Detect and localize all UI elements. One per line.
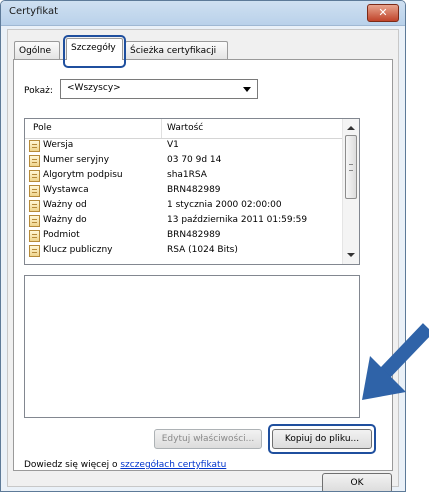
fields-list[interactable]: Pole Wartość Wersja V1 Numer seryjny 03 … [24,118,360,265]
list-row[interactable]: Numer seryjny 03 70 9d 14 [25,155,345,168]
scroll-down-icon[interactable] [347,253,355,257]
details-panel: Pokaż: <Wszyscy> Pole Wartość Wersja V1 [13,59,393,471]
edit-properties-button: Edytuj właściwości... [154,429,262,449]
dialog-body: Ogólne Szczegóły Ścieżka certyfikacji Po… [7,29,399,491]
tab-certification-path[interactable]: Ścieżka certyfikacji [125,41,228,59]
row-value: 1 stycznia 2000 02:00:00 [167,200,282,210]
dropdown-arrow-icon [243,87,251,92]
learn-more-prefix: Dowiedz się więcej o [24,460,121,470]
certificate-field-icon [29,170,40,182]
certificate-field-icon [29,215,40,227]
grip-icon [349,164,353,171]
certificate-field-icon [29,230,40,242]
edit-properties-label: Edytuj właściwości... [161,434,255,444]
copy-button-highlight [268,424,376,454]
close-button[interactable]: ✕ [367,4,399,22]
list-row[interactable]: Wystawca BRN482989 [25,185,345,198]
row-field: Algorytm podpisu [43,170,123,180]
list-row[interactable]: Algorytm podpisu sha1RSA [25,170,345,183]
row-field: Ważny od [43,200,87,210]
certificate-window: Certyfikat ✕ Ogólne Szczegóły Ścieżka ce… [0,0,406,492]
certificate-details-link[interactable]: szczegółach certyfikatu [120,460,226,470]
column-header-field[interactable]: Pole [33,123,52,133]
show-label: Pokaż: [24,86,53,96]
row-value: BRN482989 [167,185,221,195]
show-select[interactable]: <Wszyscy> [60,79,258,99]
details-tab-highlight [63,35,126,68]
close-icon: ✕ [378,6,388,19]
learn-more-text: Dowiedz się więcej o szczegółach certyfi… [24,460,226,470]
certificate-field-icon [29,200,40,212]
list-row[interactable]: Podmiot BRN482989 [25,230,345,243]
column-header-value[interactable]: Wartość [167,123,203,133]
tab-general[interactable]: Ogólne [14,41,60,59]
certificate-field-icon [29,185,40,197]
row-field: Wystawca [43,185,89,195]
field-detail-box[interactable] [24,275,360,418]
row-field: Ważny do [43,215,87,225]
window-title: Certyfikat [9,6,59,17]
list-row[interactable]: Wersja V1 [25,140,345,153]
pointer-arrow-icon [362,323,429,400]
row-field: Podmiot [43,230,80,240]
certificate-field-icon [29,140,40,152]
list-row[interactable]: Ważny od 1 stycznia 2000 02:00:00 [25,200,345,213]
list-scrollbar[interactable] [342,119,359,264]
show-select-value: <Wszyscy> [67,83,121,93]
certificate-field-icon [29,245,40,257]
tab-certification-path-label: Ścieżka certyfikacji [130,46,217,56]
list-header: Pole Wartość [25,119,345,139]
column-divider[interactable] [161,119,162,138]
tab-general-label: Ogólne [19,46,52,56]
row-value: 03 70 9d 14 [167,155,222,165]
row-value: RSA (1024 Bits) [167,245,238,255]
ok-label: OK [350,478,364,488]
row-value: BRN482989 [167,230,221,240]
certificate-field-icon [29,155,40,167]
row-field: Wersja [43,140,74,150]
list-row[interactable]: Klucz publiczny RSA (1024 Bits) [25,245,345,258]
row-value: sha1RSA [167,170,207,180]
row-value: V1 [167,140,179,150]
title-bar[interactable]: Certyfikat ✕ [1,1,405,26]
row-value: 13 października 2011 01:59:59 [167,215,308,225]
scrollbar-thumb[interactable] [345,135,357,199]
row-field: Klucz publiczny [43,245,113,255]
ok-button[interactable]: OK [322,473,392,491]
row-field: Numer seryjny [43,155,110,165]
scroll-up-icon[interactable] [347,126,355,130]
list-row[interactable]: Ważny do 13 października 2011 01:59:59 [25,215,345,228]
